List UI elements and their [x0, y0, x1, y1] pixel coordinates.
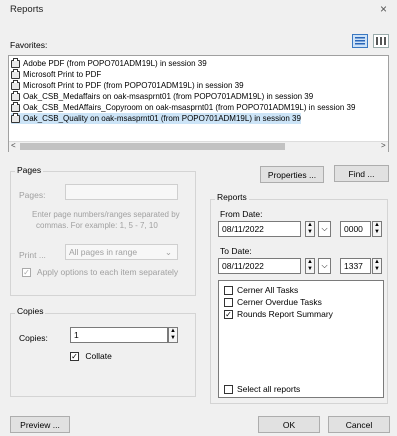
report-item-cerner-overdue-tasks[interactable]: Cerner Overdue Tasks	[224, 297, 322, 307]
printer-item[interactable]: Oak_CSB_Medaffairs on oak-msasprnt01 (fr…	[11, 90, 314, 102]
printer-item-label: Microsoft Print to PDF	[23, 70, 102, 79]
printer-item[interactable]: Microsoft Print to PDF (from POPO701ADM1…	[11, 79, 244, 91]
down-arrow-icon: ▼	[170, 335, 176, 341]
printer-list[interactable]: Adobe PDF (from POPO701ADM19L) in sessio…	[8, 55, 389, 152]
checkbox-icon	[224, 285, 233, 295]
from-date-spinner[interactable]: ▲ ▼	[305, 221, 315, 237]
from-date-input[interactable]: 08/11/2022	[218, 221, 301, 237]
down-arrow-icon: ▼	[307, 229, 313, 235]
down-arrow-icon: ▼	[307, 266, 313, 272]
up-arrow-icon: ▲	[374, 259, 380, 265]
to-date-calendar-dropdown[interactable]: ⌵	[318, 258, 331, 274]
list-view-icon	[355, 37, 365, 45]
close-icon[interactable]: ×	[380, 2, 387, 16]
chevron-down-icon: ⌵	[321, 261, 328, 270]
check-icon: ✓	[224, 309, 233, 319]
to-date-spinner[interactable]: ▲ ▼	[305, 258, 315, 274]
copies-spinner[interactable]: ▲ ▼	[168, 327, 178, 343]
pages-input[interactable]	[65, 184, 178, 200]
check-icon: ✓	[70, 352, 79, 362]
printer-icon	[11, 101, 20, 112]
apply-options-label: Apply options to each item separately	[36, 267, 179, 277]
list-view-button[interactable]	[352, 34, 368, 48]
copies-input[interactable]: 1	[70, 327, 168, 343]
window-title: Reports	[10, 4, 44, 15]
printer-icon	[11, 90, 20, 101]
ok-button[interactable]: OK	[258, 416, 320, 433]
down-arrow-icon: ▼	[374, 229, 380, 235]
reports-list[interactable]: Cerner All Tasks Cerner Overdue Tasks ✓ …	[218, 280, 384, 398]
report-item-label: Cerner All Tasks	[237, 285, 299, 295]
pages-hint-line1: Enter page numbers/ranges separated by	[32, 210, 180, 219]
printer-item-label: Microsoft Print to PDF (from POPO701ADM1…	[23, 81, 244, 90]
chevron-down-icon: ⌄	[164, 247, 172, 257]
apply-options-checkbox[interactable]: ✓ Apply options to each item separately	[22, 267, 179, 278]
select-all-reports-label: Select all reports	[237, 384, 301, 394]
pages-hint-line2: commas. For example: 1, 5 - 7, 10	[36, 221, 158, 230]
check-icon: ✓	[22, 268, 31, 278]
printer-icon	[11, 57, 20, 68]
from-time-spinner[interactable]: ▲ ▼	[372, 221, 382, 237]
printer-item-label: Oak_CSB_Quality on oak-msasprnt01 (from …	[23, 114, 301, 123]
printer-item[interactable]: Oak_CSB_MedAffairs_Copyroom on oak-msasp…	[11, 101, 356, 113]
grid-view-icon	[376, 37, 386, 45]
up-arrow-icon: ▲	[307, 259, 313, 265]
report-item-rounds-report-summary[interactable]: ✓ Rounds Report Summary	[224, 309, 333, 319]
pages-label: Pages:	[19, 190, 46, 200]
from-date-label: From Date:	[220, 209, 263, 219]
up-arrow-icon: ▲	[374, 222, 380, 228]
up-arrow-icon: ▲	[307, 222, 313, 228]
copies-label: Copies:	[19, 333, 48, 343]
pages-group-label: Pages	[15, 165, 44, 175]
collate-label: Collate	[85, 351, 112, 361]
up-arrow-icon: ▲	[170, 328, 176, 334]
printer-item-label: Adobe PDF (from POPO701ADM19L) in sessio…	[23, 59, 207, 68]
copies-group-label: Copies	[15, 306, 46, 316]
preview-button[interactable]: Preview ...	[10, 416, 70, 433]
from-date-calendar-dropdown[interactable]: ⌵	[318, 221, 331, 237]
checkbox-icon	[224, 384, 233, 394]
find-button[interactable]: Find ...	[334, 165, 389, 182]
printer-item-label: Oak_CSB_Medaffairs on oak-msasprnt01 (fr…	[23, 92, 314, 101]
printer-item[interactable]: Adobe PDF (from POPO701ADM19L) in sessio…	[11, 57, 207, 69]
collate-checkbox[interactable]: ✓ Collate	[70, 351, 112, 362]
favorites-label: Favorites:	[10, 40, 48, 50]
printer-item-selected[interactable]: Oak_CSB_Quality on oak-msasprnt01 (from …	[11, 112, 301, 124]
checkbox-icon	[224, 297, 233, 307]
to-time-spinner[interactable]: ▲ ▼	[372, 258, 382, 274]
print-range-value: All pages in range	[69, 247, 138, 257]
cancel-button[interactable]: Cancel	[328, 416, 390, 433]
report-item-cerner-all-tasks[interactable]: Cerner All Tasks	[224, 285, 298, 295]
print-label: Print ...	[19, 250, 46, 260]
select-all-reports-checkbox[interactable]: Select all reports	[224, 384, 300, 394]
reports-group-label: Reports	[215, 192, 249, 202]
report-item-label: Rounds Report Summary	[237, 309, 333, 319]
printer-item[interactable]: Microsoft Print to PDF	[11, 68, 102, 80]
report-item-label: Cerner Overdue Tasks	[237, 297, 322, 307]
from-time-input[interactable]: 0000	[340, 221, 371, 237]
to-date-label: To Date:	[220, 246, 252, 256]
printer-icon	[11, 79, 20, 90]
printer-item-label: Oak_CSB_MedAffairs_Copyroom on oak-msasp…	[23, 103, 356, 112]
scroll-right-icon[interactable]: >	[381, 141, 386, 150]
print-range-select[interactable]: All pages in range ⌄	[65, 244, 178, 260]
printer-icon	[11, 68, 20, 79]
to-date-input[interactable]: 08/11/2022	[218, 258, 301, 274]
down-arrow-icon: ▼	[374, 266, 380, 272]
scrollbar-thumb[interactable]	[20, 143, 285, 150]
properties-button[interactable]: Properties ...	[260, 166, 324, 183]
grid-view-button[interactable]	[373, 34, 389, 48]
printer-icon	[11, 112, 20, 123]
scroll-left-icon[interactable]: <	[11, 141, 16, 150]
to-time-input[interactable]: 1337	[340, 258, 371, 274]
chevron-down-icon: ⌵	[321, 224, 328, 233]
